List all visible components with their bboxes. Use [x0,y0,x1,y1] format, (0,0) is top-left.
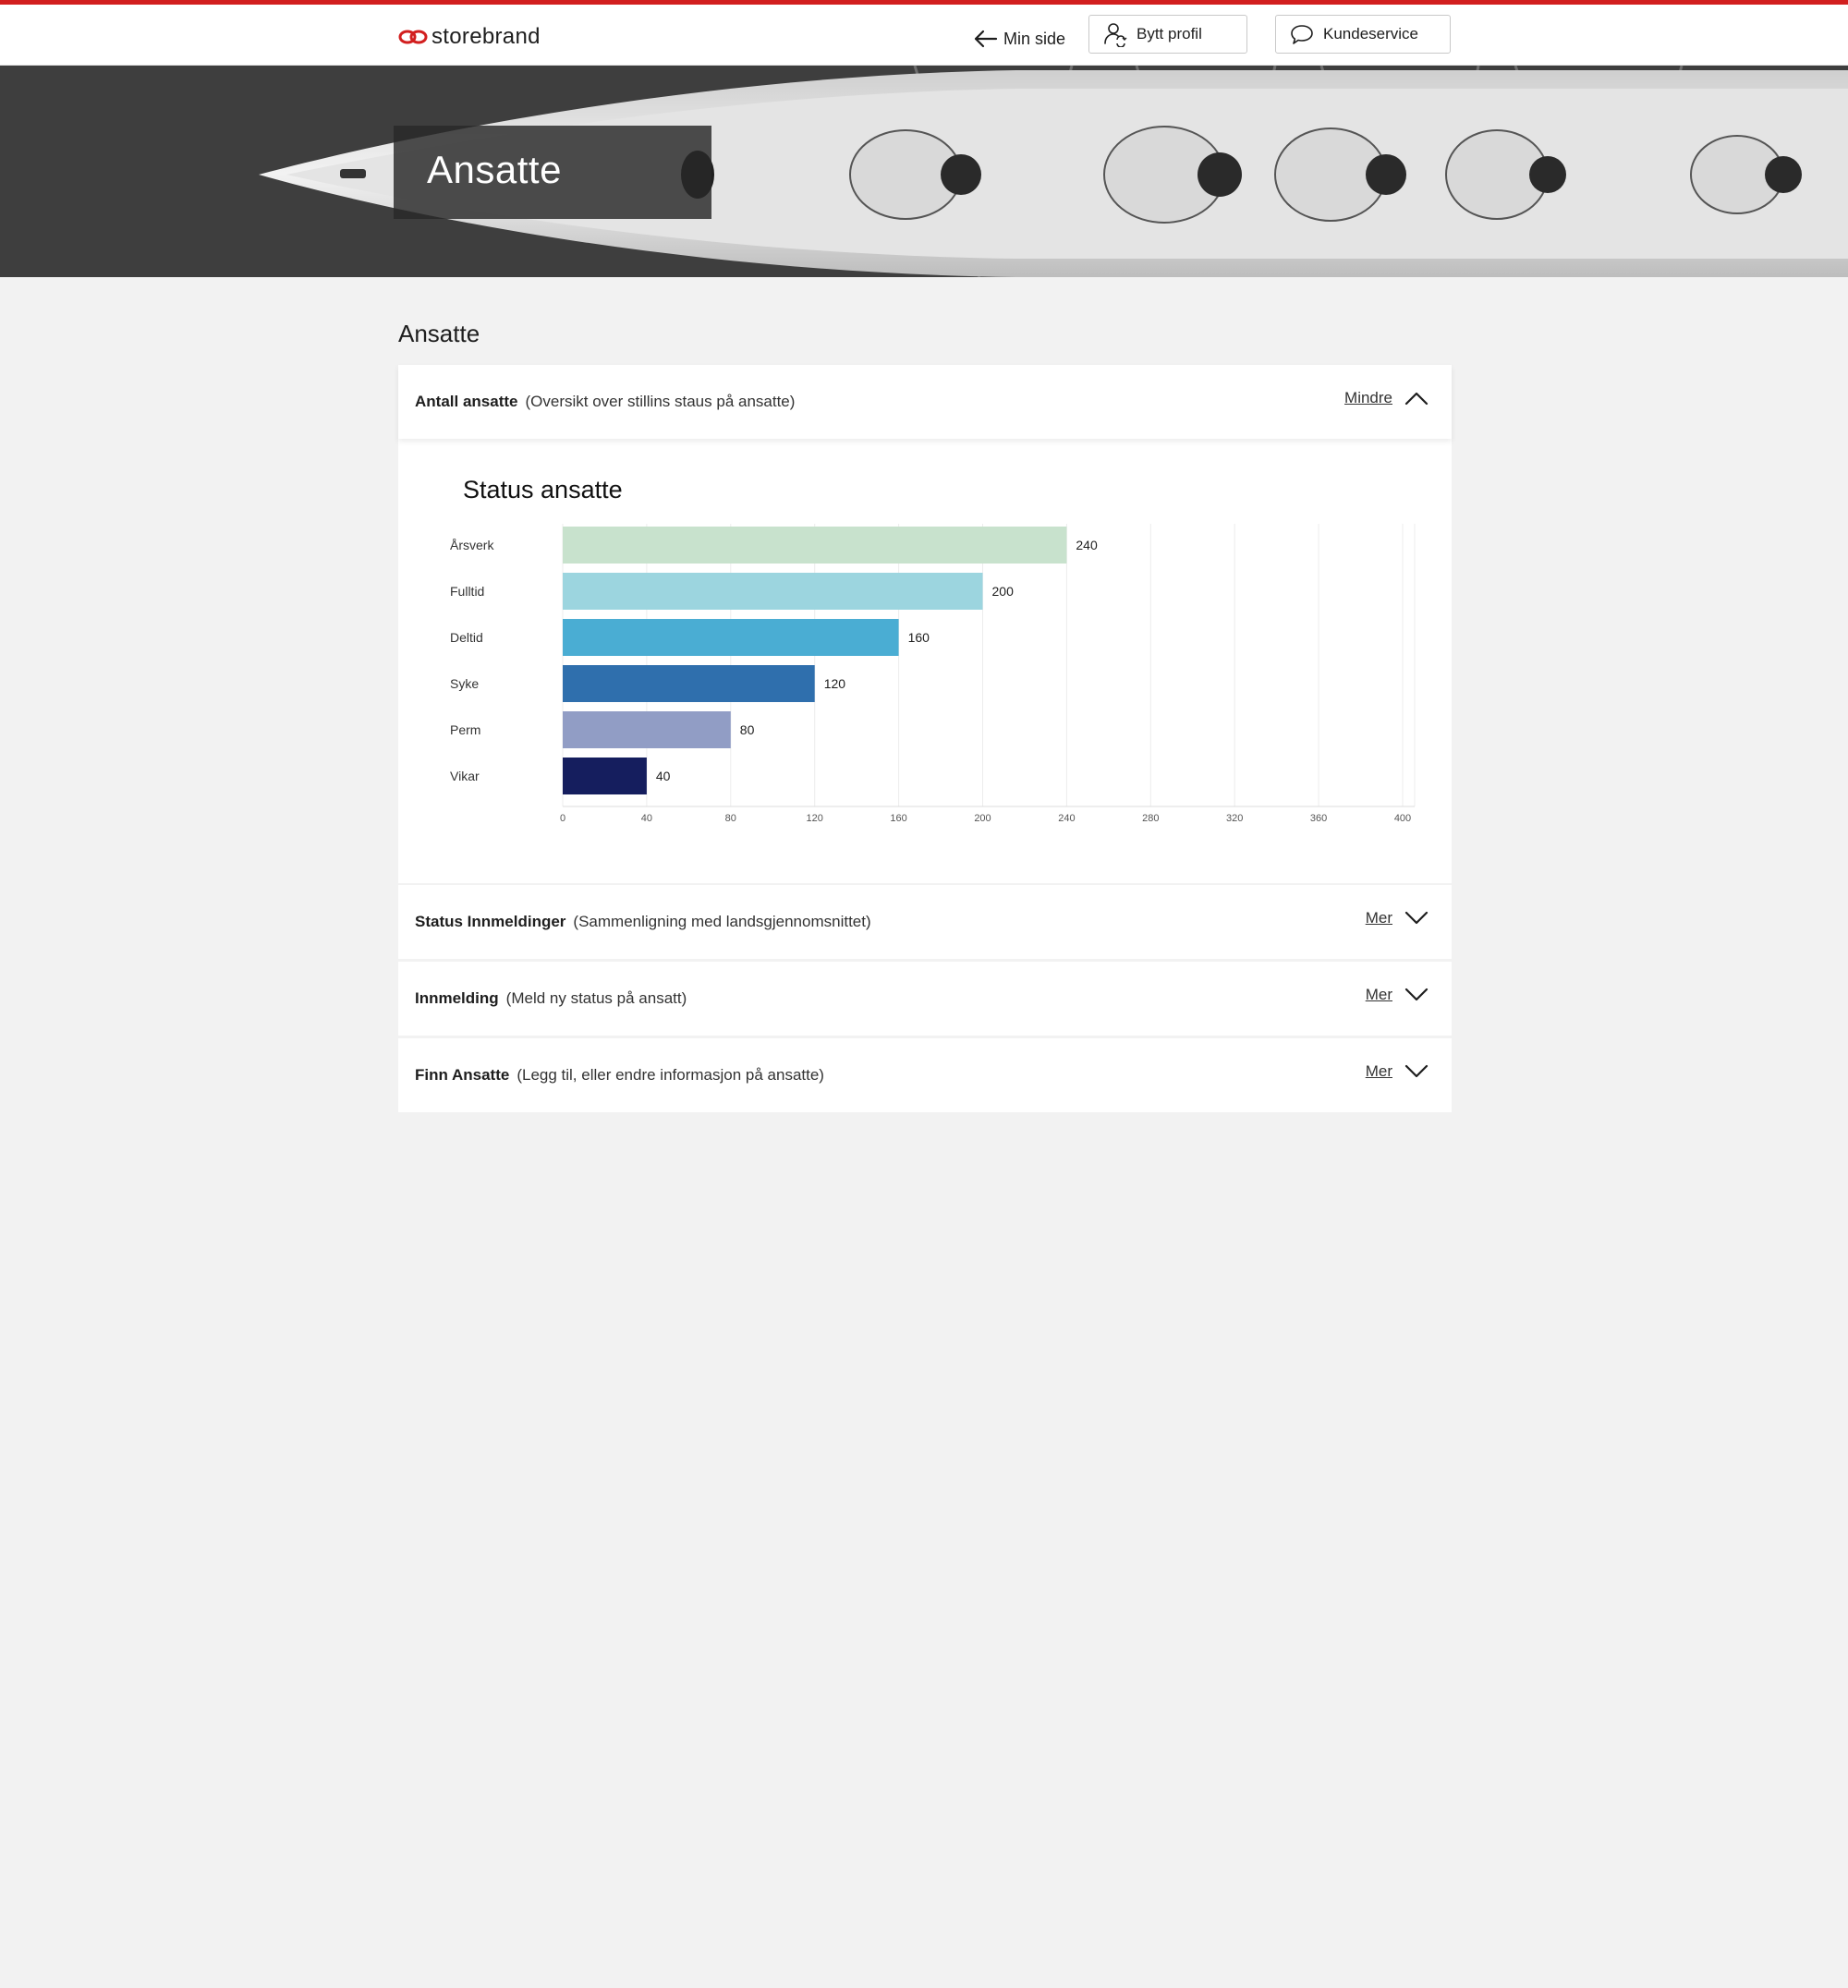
hero-title: Ansatte [427,148,562,191]
accordion-header-innmelding[interactable]: Innmelding (Meld ny status på ansatt) Me… [398,962,1452,1036]
expand-toggle[interactable]: Mer [1366,909,1429,927]
bar [563,711,731,748]
bar [563,619,899,656]
hero-banner: Ansatte [0,66,1848,277]
accordion-title: Innmelding [415,989,499,1007]
x-tick-label: 400 [1394,813,1411,824]
bar [563,758,647,794]
accordion-antall-ansatte: Antall ansatte (Oversikt over stillins s… [398,365,1452,883]
accordion-title: Antall ansatte [415,393,518,410]
x-tick-label: 160 [890,813,906,824]
data-label: 40 [656,769,671,783]
switch-profile-label: Bytt profil [1137,25,1202,42]
data-label: 120 [824,676,846,691]
switch-profile-icon [1104,23,1127,47]
logo-text: storebrand [432,24,541,49]
customer-service-button[interactable]: Kundeservice [1275,15,1451,54]
data-label: 200 [992,584,1015,599]
x-tick-label: 240 [1058,813,1075,824]
accordion-header-finn-ansatte[interactable]: Finn Ansatte (Legg til, eller endre info… [398,1038,1452,1112]
bar [563,527,1067,564]
chart-title: Status ansatte [463,476,623,503]
rowing-boat-image [0,66,1848,277]
data-label: 80 [740,722,755,737]
data-label: 160 [908,630,930,645]
chat-bubble-icon [1291,25,1313,44]
min-side-label: Min side [1003,29,1066,48]
x-tick-label: 200 [974,813,991,824]
accordion-description: (Legg til, eller endre informasjon på an… [517,1066,824,1084]
expand-toggle[interactable]: Mer [1366,1062,1429,1081]
section-title: Ansatte [398,320,480,347]
x-tick-label: 80 [725,813,736,824]
toggle-label: Mer [1365,986,1392,1003]
bar [563,665,815,702]
toggle-label: Mindre [1344,389,1392,406]
category-label: Syke [450,676,479,691]
data-label: 240 [1076,538,1098,552]
x-tick-label: 120 [807,813,823,824]
x-tick-label: 0 [560,813,565,824]
accordion-innmelding: Innmelding (Meld ny status på ansatt) Me… [398,962,1452,1036]
hero-title-box: Ansatte [394,126,711,219]
category-label: Årsverk [450,538,494,552]
status-ansatte-bar-chart: 0 40 80 120 160 200 240 280 320 360 400 Årsverk 240 F… [450,524,1416,824]
storebrand-logo-icon [398,30,428,44]
accordion-header-status-innmeldinger[interactable]: Status Innmeldinger (Sammenligning med l… [398,885,1452,959]
collapse-toggle[interactable]: Mindre [1344,389,1429,407]
category-label: Deltid [450,630,483,645]
accordion-description: (Meld ny status på ansatt) [505,989,687,1007]
accordion-title: Status Innmeldinger [415,913,566,930]
arrow-left-icon [974,30,998,48]
accordion-header-antall-ansatte[interactable]: Antall ansatte (Oversikt over stillins s… [398,365,1452,439]
category-label: Perm [450,722,480,737]
accordion-title: Finn Ansatte [415,1066,510,1084]
bar [563,573,983,610]
category-label: Vikar [450,769,480,783]
toggle-label: Mer [1365,1062,1392,1080]
x-tick-label: 360 [1310,813,1327,824]
expand-toggle[interactable]: Mer [1366,986,1429,1004]
customer-service-label: Kundeservice [1323,25,1419,42]
top-header: storebrand Min side Bytt profil Kundeser… [0,5,1848,66]
accordion-description: (Oversikt over stillins staus på ansatte… [525,393,796,410]
toggle-label: Mer [1365,909,1392,927]
chevron-down-icon [1404,911,1429,925]
x-tick-label: 280 [1142,813,1159,824]
x-tick-label: 320 [1226,813,1243,824]
storebrand-logo[interactable]: storebrand [398,23,541,51]
chevron-down-icon [1404,1064,1429,1078]
accordion-description: (Sammenligning med landsgjennomsnittet) [573,913,871,930]
min-side-link[interactable]: Min side [972,25,1065,53]
accordion-status-innmeldinger: Status Innmeldinger (Sammenligning med l… [398,885,1452,959]
switch-profile-button[interactable]: Bytt profil [1088,15,1247,54]
chevron-down-icon [1404,988,1429,1001]
accordion-finn-ansatte: Finn Ansatte (Legg til, eller endre info… [398,1038,1452,1112]
x-tick-label: 40 [641,813,652,824]
chevron-up-icon [1404,392,1429,406]
category-label: Fulltid [450,584,484,599]
